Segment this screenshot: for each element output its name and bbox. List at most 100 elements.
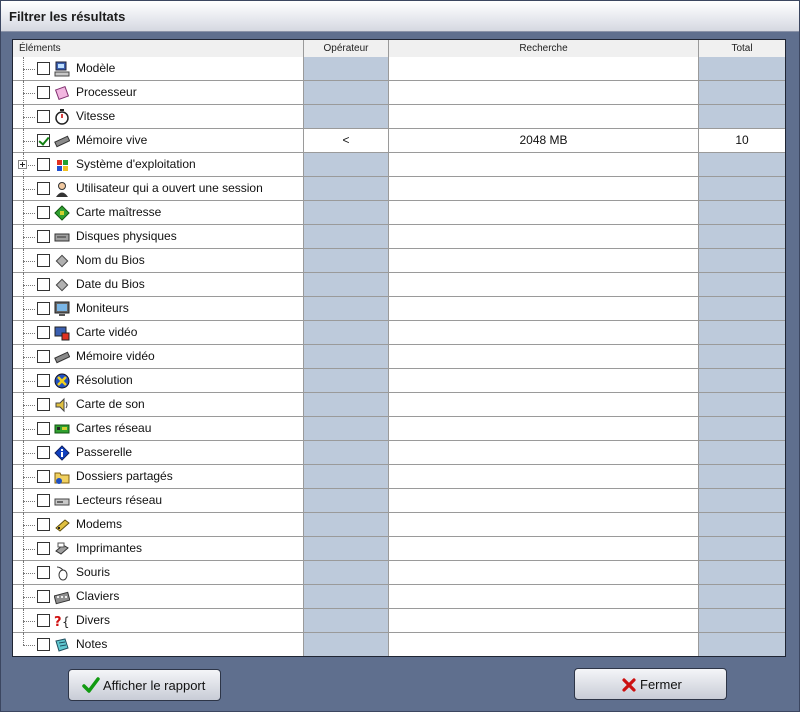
element-checkbox[interactable]: [37, 326, 50, 339]
element-cell[interactable]: Dossiers partagés: [13, 465, 304, 489]
search-cell[interactable]: [389, 321, 699, 345]
operator-cell[interactable]: [304, 345, 389, 369]
operator-cell[interactable]: [304, 537, 389, 561]
search-cell[interactable]: [389, 177, 699, 201]
total-cell[interactable]: [699, 561, 785, 585]
element-cell[interactable]: Claviers: [13, 585, 304, 609]
element-cell[interactable]: Nom du Bios: [13, 249, 304, 273]
table-row[interactable]: Mémoire vive <2048 MB 10: [13, 129, 785, 153]
element-cell[interactable]: Processeur: [13, 81, 304, 105]
operator-cell[interactable]: [304, 513, 389, 537]
operator-cell[interactable]: [304, 633, 389, 656]
element-cell[interactable]: Souris: [13, 561, 304, 585]
element-cell[interactable]: Modèle: [13, 57, 304, 81]
element-checkbox[interactable]: [37, 62, 50, 75]
table-row[interactable]: Passerelle: [13, 441, 785, 465]
column-header-total[interactable]: Total: [699, 40, 785, 57]
operator-cell[interactable]: [304, 177, 389, 201]
search-cell[interactable]: [389, 537, 699, 561]
table-row[interactable]: Disques physiques: [13, 225, 785, 249]
element-cell[interactable]: Notes: [13, 633, 304, 656]
table-row[interactable]: Carte de son: [13, 393, 785, 417]
table-row[interactable]: Mémoire vidéo: [13, 345, 785, 369]
search-cell[interactable]: [389, 561, 699, 585]
element-cell[interactable]: Résolution: [13, 369, 304, 393]
search-cell[interactable]: [389, 369, 699, 393]
total-cell[interactable]: 10: [699, 129, 785, 153]
total-cell[interactable]: [699, 297, 785, 321]
element-checkbox[interactable]: [37, 614, 50, 627]
search-cell[interactable]: [389, 345, 699, 369]
total-cell[interactable]: [699, 633, 785, 656]
total-cell[interactable]: [699, 609, 785, 633]
operator-cell[interactable]: [304, 585, 389, 609]
table-row[interactable]: Modèle: [13, 57, 785, 81]
search-cell[interactable]: [389, 489, 699, 513]
search-cell[interactable]: [389, 297, 699, 321]
element-cell[interactable]: Carte de son: [13, 393, 304, 417]
search-cell[interactable]: [389, 153, 699, 177]
table-row[interactable]: Date du Bios: [13, 273, 785, 297]
total-cell[interactable]: [699, 81, 785, 105]
table-row[interactable]: Résolution: [13, 369, 785, 393]
table-row[interactable]: Carte maîtresse: [13, 201, 785, 225]
search-cell[interactable]: [389, 225, 699, 249]
element-cell[interactable]: Lecteurs réseau: [13, 489, 304, 513]
search-cell[interactable]: [389, 105, 699, 129]
table-row[interactable]: Souris: [13, 561, 785, 585]
operator-cell[interactable]: [304, 489, 389, 513]
element-checkbox[interactable]: [37, 350, 50, 363]
search-cell[interactable]: [389, 201, 699, 225]
element-cell[interactable]: Moniteurs: [13, 297, 304, 321]
element-cell[interactable]: Vitesse: [13, 105, 304, 129]
operator-cell[interactable]: [304, 273, 389, 297]
table-row[interactable]: Utilisateur qui a ouvert une session: [13, 177, 785, 201]
element-cell[interactable]: Cartes réseau: [13, 417, 304, 441]
element-cell[interactable]: Date du Bios: [13, 273, 304, 297]
element-cell[interactable]: Système d'exploitation: [13, 153, 304, 177]
element-checkbox[interactable]: [37, 134, 50, 147]
table-row[interactable]: Lecteurs réseau: [13, 489, 785, 513]
element-checkbox[interactable]: [37, 302, 50, 315]
search-cell[interactable]: [389, 513, 699, 537]
search-cell[interactable]: [389, 609, 699, 633]
total-cell[interactable]: [699, 177, 785, 201]
total-cell[interactable]: [699, 393, 785, 417]
total-cell[interactable]: [699, 321, 785, 345]
total-cell[interactable]: [699, 585, 785, 609]
operator-cell[interactable]: [304, 369, 389, 393]
total-cell[interactable]: [699, 417, 785, 441]
element-checkbox[interactable]: [37, 590, 50, 603]
operator-cell[interactable]: [304, 609, 389, 633]
total-cell[interactable]: [699, 273, 785, 297]
table-row[interactable]: ?{Divers: [13, 609, 785, 633]
element-checkbox[interactable]: [37, 182, 50, 195]
element-checkbox[interactable]: [37, 254, 50, 267]
operator-cell[interactable]: [304, 57, 389, 81]
search-cell[interactable]: [389, 57, 699, 81]
search-cell[interactable]: 2048 MB: [389, 129, 699, 153]
operator-cell[interactable]: [304, 561, 389, 585]
element-checkbox[interactable]: [37, 422, 50, 435]
close-button[interactable]: Fermer: [574, 668, 727, 700]
element-cell[interactable]: Modems: [13, 513, 304, 537]
element-checkbox[interactable]: [37, 206, 50, 219]
element-cell[interactable]: Passerelle: [13, 441, 304, 465]
operator-cell[interactable]: [304, 105, 389, 129]
element-checkbox[interactable]: [37, 278, 50, 291]
element-cell[interactable]: Mémoire vive: [13, 129, 304, 153]
search-cell[interactable]: [389, 633, 699, 656]
operator-cell[interactable]: [304, 321, 389, 345]
element-checkbox[interactable]: [37, 494, 50, 507]
total-cell[interactable]: [699, 489, 785, 513]
element-checkbox[interactable]: [37, 470, 50, 483]
element-checkbox[interactable]: [37, 566, 50, 579]
total-cell[interactable]: [699, 57, 785, 81]
column-header-elements[interactable]: Éléments: [13, 40, 304, 57]
operator-cell[interactable]: [304, 417, 389, 441]
element-cell[interactable]: Carte maîtresse: [13, 201, 304, 225]
operator-cell[interactable]: [304, 249, 389, 273]
expand-icon[interactable]: [18, 160, 27, 169]
table-row[interactable]: Dossiers partagés: [13, 465, 785, 489]
search-cell[interactable]: [389, 273, 699, 297]
